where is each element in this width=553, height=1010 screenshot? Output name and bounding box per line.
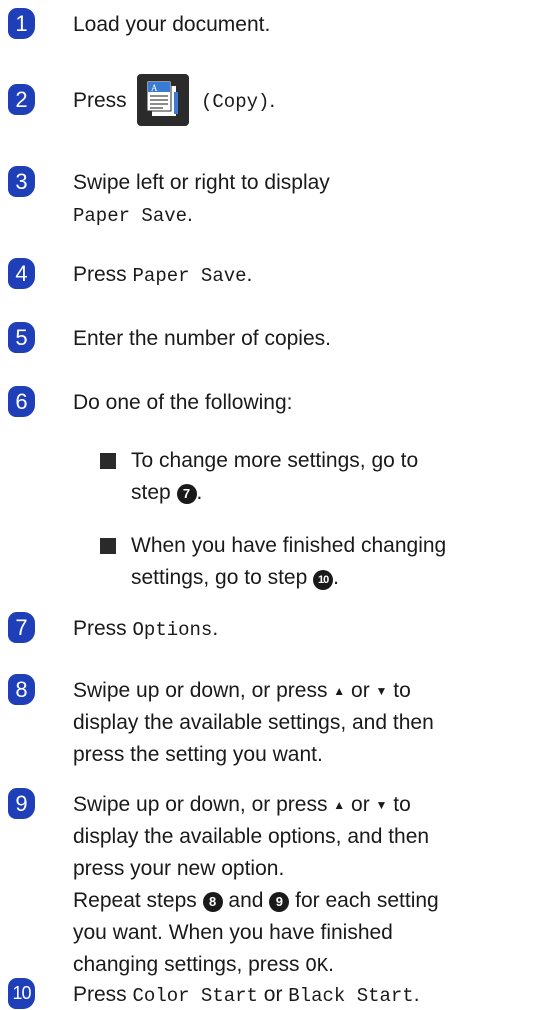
- press-label: Press: [73, 89, 127, 112]
- step-text-suffix: (Copy).: [201, 89, 276, 113]
- step-text: Press Paper Save.: [73, 263, 253, 287]
- step-text: Do one of the following:: [73, 391, 293, 414]
- step-number-badge: 10: [8, 978, 35, 1009]
- step-number-badge: 5: [8, 322, 35, 353]
- up-arrow-icon: ▲: [333, 684, 346, 698]
- copy-label: (Copy): [201, 91, 270, 113]
- up-arrow-icon: ▲: [333, 798, 346, 812]
- step-text-line5: you want. When you have finished: [73, 921, 393, 944]
- step-number-badge: 7: [8, 612, 35, 643]
- step-text: Press Color Start or Black Start.: [73, 983, 420, 1007]
- bullet-text-line2: step 7.: [131, 481, 203, 504]
- bullet-square: [100, 538, 116, 554]
- step-number-badge: 2: [8, 84, 35, 115]
- step-text-line6: changing settings, press OK.: [73, 953, 334, 977]
- bullet-text-line1: To change more settings, go to: [131, 449, 419, 472]
- copy-icon-graphic: A: [146, 80, 178, 116]
- step-text-line3: press the setting you want.: [73, 743, 323, 766]
- step-text-line2: display the available options, and then: [73, 825, 430, 848]
- step-ref-badge: 9: [269, 892, 290, 912]
- bullet-text-line1: When you have finished changing: [131, 534, 447, 557]
- step-text-line2: Paper Save.: [73, 203, 193, 227]
- step-ref-badge: 7: [176, 484, 197, 504]
- step-number-badge: 9: [8, 788, 35, 819]
- step-number-badge: 1: [8, 8, 35, 39]
- down-arrow-icon: ▼: [375, 684, 388, 698]
- step-text: Load your document.: [73, 13, 271, 36]
- step-number-badge: 4: [8, 258, 35, 289]
- step-number-badge: 8: [8, 674, 35, 705]
- step-number-badge: 3: [8, 166, 35, 197]
- step-ref-badge: 10: [313, 570, 334, 590]
- step-text-line2: display the available settings, and then: [73, 711, 434, 734]
- bullet-square: [100, 453, 116, 469]
- step-text-line1: Swipe left or right to display: [73, 171, 330, 194]
- step-ref-badge: 8: [202, 892, 223, 912]
- bullet-text-line2: settings, go to step 10.: [131, 566, 339, 590]
- step-text-line1: Swipe up or down, or press ▲ or ▼ to: [73, 679, 411, 702]
- down-arrow-icon: ▼: [375, 798, 388, 812]
- step-text-line1: Swipe up or down, or press ▲ or ▼ to: [73, 793, 411, 816]
- step-text-line4: Repeat steps 8 and 9 for each setting: [73, 889, 439, 912]
- step-number-badge: 6: [8, 386, 35, 417]
- copy-icon: A: [137, 74, 189, 126]
- step-text: Press: [73, 87, 127, 115]
- step-text: Enter the number of copies.: [73, 327, 331, 350]
- step-text-line3: press your new option.: [73, 857, 285, 880]
- step-text: Press Options.: [73, 617, 219, 641]
- svg-text:A: A: [151, 83, 158, 93]
